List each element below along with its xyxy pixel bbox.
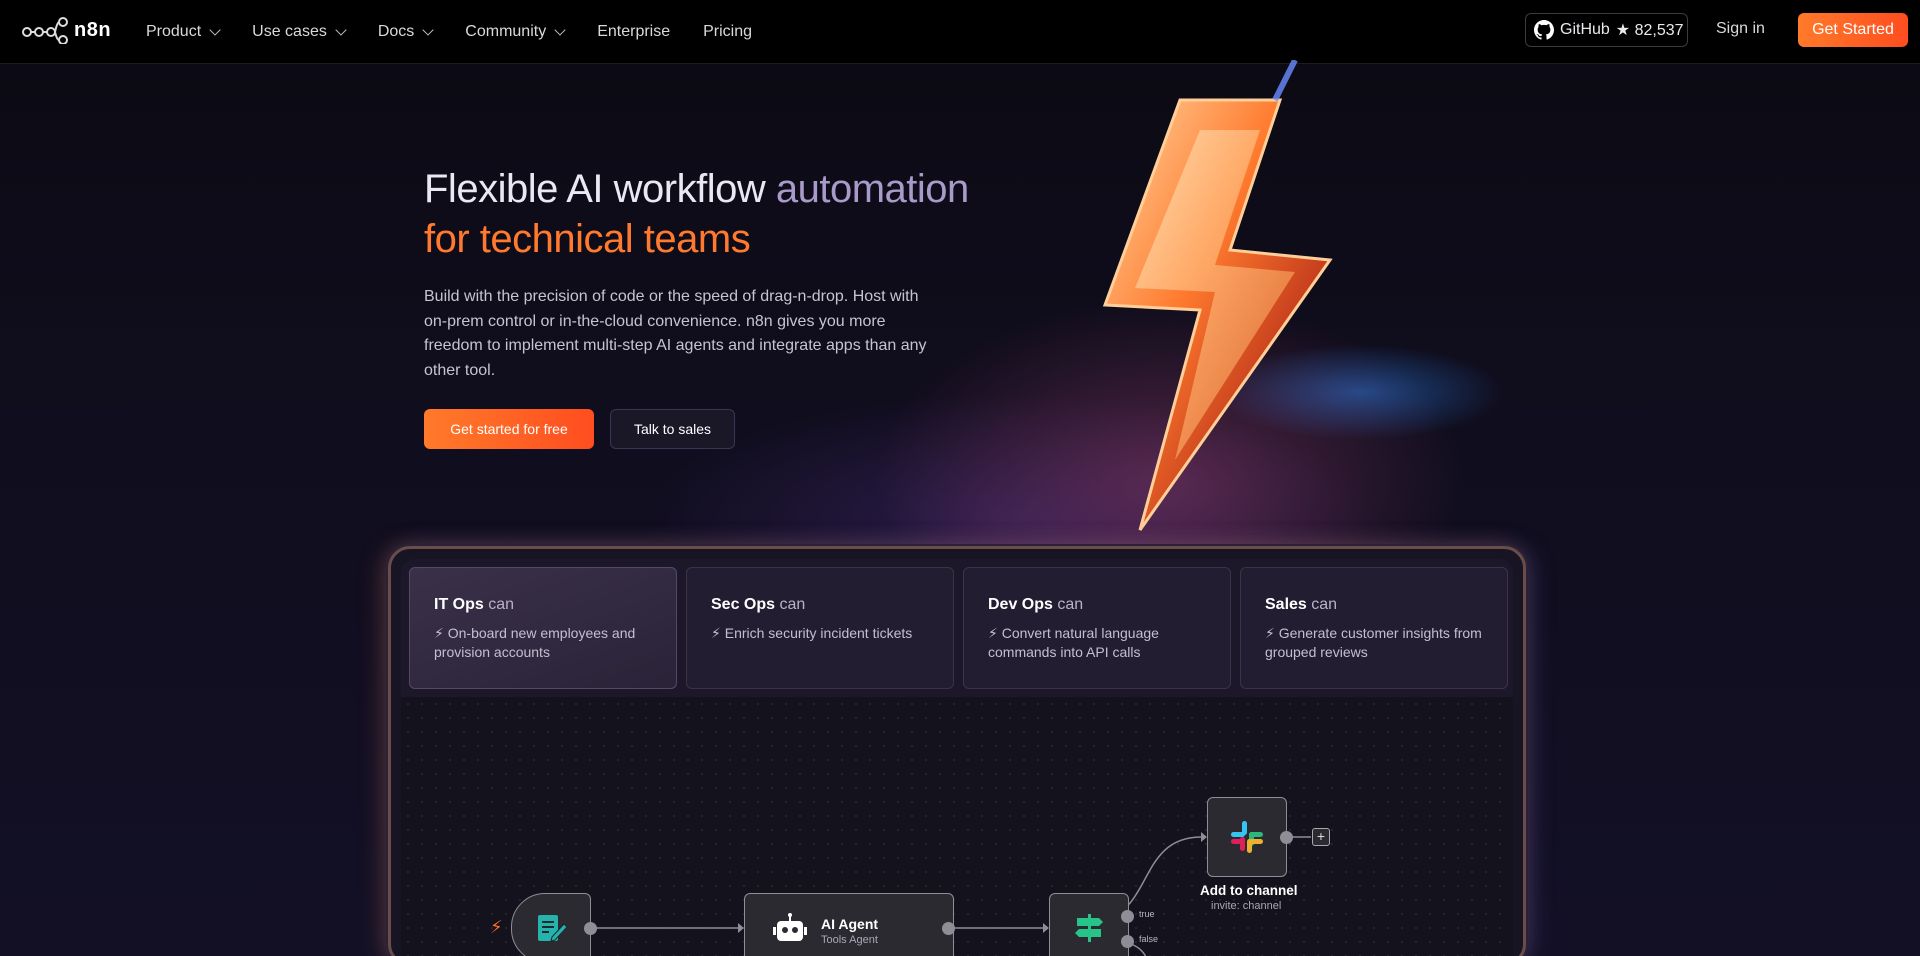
tab-sec-ops[interactable]: Sec Ops can ⚡ Enrich security incident t… (686, 567, 954, 689)
trigger-output-port[interactable] (584, 922, 597, 935)
tab-can: can (1311, 596, 1338, 613)
hero-description: Build with the precision of code or the … (424, 288, 927, 379)
use-case-tabs: IT Ops can ⚡ On-board new employees and … (409, 567, 1508, 689)
tab-team: Sec Ops (711, 596, 776, 613)
tab-title: Sec Ops can (711, 596, 929, 614)
n8n-logo-icon (22, 17, 68, 44)
nav-product-label: Product (146, 23, 202, 40)
get-started-button[interactable]: Get Started (1798, 13, 1908, 47)
get-started-free-button[interactable]: Get started for free (424, 409, 594, 449)
hero-title-part2: automation (775, 167, 969, 211)
bolt-icon: ⚡ (434, 625, 444, 641)
hero-title-part1: Flexible AI workflow (424, 167, 776, 211)
nav-use-cases-label: Use cases (252, 23, 327, 40)
tab-description: ⚡ Generate customer insights from groupe… (1265, 624, 1483, 661)
nav-enterprise-label: Enterprise (597, 23, 671, 40)
nav-pricing[interactable]: Pricing (703, 23, 752, 41)
tab-sales[interactable]: Sales can ⚡ Generate customer insights f… (1240, 567, 1508, 689)
sign-in-link[interactable]: Sign in (1716, 20, 1765, 38)
nav-community-label: Community (465, 23, 547, 40)
ai-agent-label: AI Agent (821, 916, 879, 932)
tab-title: IT Ops can (434, 596, 652, 614)
workflow-canvas[interactable]: ⚡ AI Agent Tools Agent true false + Add … (401, 697, 1513, 956)
tab-description: ⚡ On-board new employees and provision a… (434, 624, 652, 661)
if-node[interactable] (1049, 893, 1129, 956)
hero-title-part3: for technical teams (424, 217, 751, 261)
use-case-panel: IT Ops can ⚡ On-board new employees and … (388, 546, 1526, 956)
slack-output-port[interactable] (1280, 831, 1293, 844)
nav-enterprise[interactable]: Enterprise (597, 23, 670, 41)
tab-team: Dev Ops (988, 596, 1053, 613)
talk-to-sales-button[interactable]: Talk to sales (610, 409, 735, 449)
tab-can: can (1057, 596, 1084, 613)
add-node-button[interactable]: + (1312, 828, 1330, 846)
robot-icon (773, 913, 807, 941)
tab-can: can (779, 596, 806, 613)
github-stars-button[interactable]: GitHub ★ 82,537 (1525, 13, 1688, 47)
tab-dev-ops[interactable]: Dev Ops can ⚡ Convert natural language c… (963, 567, 1231, 689)
nav-community[interactable]: Community (465, 23, 566, 41)
github-star-count: ★ 82,537 (1615, 22, 1684, 39)
lightning-bolt-illustration (1102, 60, 1333, 531)
n8n-logo[interactable]: n8n (22, 16, 111, 44)
tab-description: ⚡ Convert natural language commands into… (988, 624, 1206, 661)
bolt-icon: ⚡ (1265, 625, 1275, 641)
chevron-down-icon (335, 23, 347, 36)
true-label: true (1139, 909, 1155, 919)
tab-desc-text: Generate customer insights from grouped … (1265, 625, 1482, 660)
slack-node-sublabel: invite: channel (1211, 900, 1282, 912)
logo-text: n8n (74, 18, 112, 41)
nav-docs[interactable]: Docs (377, 23, 434, 41)
slack-icon (1231, 821, 1263, 853)
ai-agent-output-port[interactable] (942, 922, 955, 935)
tab-desc-text: On-board new employees and provision acc… (434, 625, 636, 660)
ai-agent-node[interactable]: AI Agent Tools Agent (744, 893, 954, 956)
signpost-icon (1075, 914, 1103, 942)
tab-title: Dev Ops can (988, 596, 1206, 614)
slack-node[interactable] (1207, 797, 1287, 877)
nav-use-cases[interactable]: Use cases (252, 23, 347, 41)
github-icon (1534, 20, 1554, 40)
bolt-icon: ⚡ (988, 625, 998, 641)
tab-team: IT Ops (434, 596, 484, 613)
main-nav: Product Use cases Docs Community Enterpr… (146, 0, 752, 64)
tab-title: Sales can (1265, 596, 1483, 614)
false-label: false (1139, 934, 1159, 944)
tab-team: Sales (1265, 596, 1307, 613)
if-true-port[interactable] (1121, 910, 1134, 923)
tab-description: ⚡ Enrich security incident tickets (711, 624, 929, 643)
chevron-down-icon (209, 23, 221, 36)
tab-desc-text: Convert natural language commands into A… (988, 625, 1159, 660)
nav-pricing-label: Pricing (703, 23, 753, 40)
tab-it-ops[interactable]: IT Ops can ⚡ On-board new employees and … (409, 567, 677, 689)
github-label: GitHub (1560, 21, 1610, 38)
tab-can: can (488, 596, 515, 613)
chevron-down-icon (554, 23, 566, 36)
form-edit-icon (538, 915, 568, 942)
slack-node-label: Add to channel (1200, 883, 1298, 898)
if-false-port[interactable] (1121, 935, 1134, 948)
hero-title: Flexible AI workflow automation for tech… (424, 164, 969, 264)
trigger-bolt-icon: ⚡ (490, 917, 503, 937)
chevron-down-icon (422, 23, 434, 36)
use-case-panel-inner: IT Ops can ⚡ On-board new employees and … (401, 559, 1513, 956)
ai-agent-sublabel: Tools Agent (821, 934, 878, 946)
tab-desc-text: Enrich security incident tickets (724, 625, 913, 641)
nav-product[interactable]: Product (146, 23, 221, 41)
bolt-icon: ⚡ (711, 625, 721, 641)
top-navbar: n8n Product Use cases Docs Community Ent… (0, 0, 1920, 64)
form-trigger-node[interactable] (511, 893, 591, 956)
nav-docs-label: Docs (377, 23, 415, 40)
